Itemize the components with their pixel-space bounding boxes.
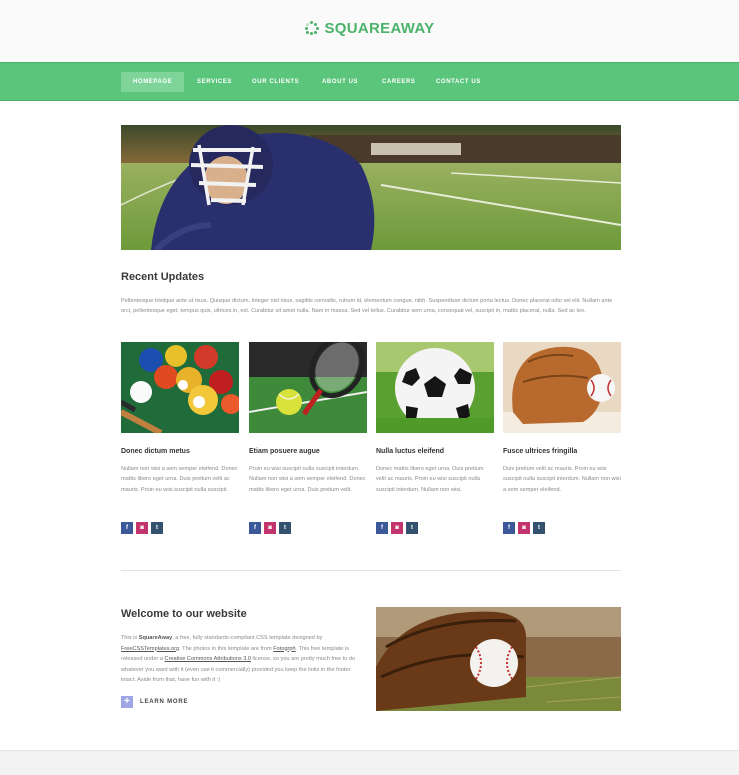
welcome-brand-name: SquareAway xyxy=(138,635,173,641)
spinner-logo-icon xyxy=(304,21,319,35)
nav-item-homepage[interactable]: HOMEPAGE xyxy=(121,72,185,92)
card-image-soccer-ball[interactable] xyxy=(376,342,494,433)
site-footer xyxy=(0,750,739,775)
facebook-icon[interactable]: f xyxy=(249,522,261,534)
card-text: Nullam non wisi a sem semper eleifend. D… xyxy=(121,466,238,493)
card-text: Duis pretium velit ac mauris. Proin eu w… xyxy=(503,466,621,493)
update-card: Donec dictum metus Nullam non wisi a sem… xyxy=(121,342,239,534)
site-header: SQUAREAWAY xyxy=(0,0,739,62)
welcome-text: This is SquareAway, a free, fully standa… xyxy=(121,633,366,686)
welcome-text-part: This is xyxy=(121,635,139,641)
card-image-billiard-balls[interactable] xyxy=(121,342,239,433)
update-card: Nulla luctus eleifend Donec mattis liber… xyxy=(376,342,494,534)
instagram-icon[interactable]: ◙ xyxy=(136,522,148,534)
recent-updates-text: Pellentesque tristique ante ut risus. Qu… xyxy=(121,298,613,315)
update-card: Fusce ultrices fringilla Duis pretium ve… xyxy=(503,342,621,534)
social-links: f ◙ t xyxy=(376,522,418,534)
brand-name: SQUAREAWAY xyxy=(324,20,435,37)
instagram-icon[interactable]: ◙ xyxy=(391,522,403,534)
card-text: Proin eu wisi suscipit nulla suscipit in… xyxy=(249,466,366,493)
facebook-icon[interactable]: f xyxy=(121,522,133,534)
creative-commons-link[interactable]: Creative Commons Attributions 3.0 xyxy=(165,656,251,662)
welcome-text-part: . The photos in this template are from xyxy=(179,645,274,652)
facebook-icon[interactable]: f xyxy=(503,522,515,534)
main-nav: HOMEPAGE SERVICES OUR CLIENTS ABOUT US C… xyxy=(0,62,739,101)
welcome-text-part: , a free, fully standards-compliant CSS … xyxy=(172,635,323,641)
hero-image xyxy=(121,125,621,250)
instagram-icon[interactable]: ◙ xyxy=(264,522,276,534)
social-links: f ◙ t xyxy=(503,522,545,534)
welcome-title: Welcome to our website xyxy=(121,608,247,620)
recent-updates-title: Recent Updates xyxy=(121,271,205,283)
nav-item-contact-us[interactable]: CONTACT US xyxy=(436,72,481,92)
card-title[interactable]: Etiam posuere augue xyxy=(249,448,320,455)
social-links: f ◙ t xyxy=(249,522,291,534)
card-title[interactable]: Fusce ultrices fringilla xyxy=(503,448,577,455)
tumblr-icon[interactable]: t xyxy=(151,522,163,534)
social-links: f ◙ t xyxy=(121,522,163,534)
plus-icon: + xyxy=(121,696,133,708)
card-text: Donec mattis libero eget urna. Duis pret… xyxy=(376,466,484,493)
tumblr-icon[interactable]: t xyxy=(279,522,291,534)
nav-item-our-clients[interactable]: OUR CLIENTS xyxy=(252,72,299,92)
tumblr-icon[interactable]: t xyxy=(406,522,418,534)
learn-more-label: LEARN MORE xyxy=(140,699,189,705)
page: SQUAREAWAY HOMEPAGE SERVICES OUR CLIENTS… xyxy=(0,0,739,775)
card-image-baseball-glove[interactable] xyxy=(503,342,621,433)
facebook-icon[interactable]: f xyxy=(376,522,388,534)
nav-item-services[interactable]: SERVICES xyxy=(197,72,232,92)
freecsstemplates-link[interactable]: FreeCSSTemplates.org xyxy=(121,646,179,652)
welcome-image-baseball xyxy=(376,607,621,711)
instagram-icon[interactable]: ◙ xyxy=(518,522,530,534)
site-logo[interactable]: SQUAREAWAY xyxy=(0,20,739,37)
section-divider xyxy=(121,570,621,571)
card-image-tennis[interactable] xyxy=(249,342,367,433)
tumblr-icon[interactable]: t xyxy=(533,522,545,534)
fotogrph-link[interactable]: Fotogrph xyxy=(273,646,295,652)
card-title[interactable]: Donec dictum metus xyxy=(121,448,190,455)
card-title[interactable]: Nulla luctus eleifend xyxy=(376,448,444,455)
nav-item-careers[interactable]: CAREERS xyxy=(382,72,416,92)
nav-item-about-us[interactable]: ABOUT US xyxy=(322,72,358,92)
learn-more-button[interactable]: + LEARN MORE xyxy=(121,696,188,708)
update-card: Etiam posuere augue Proin eu wisi suscip… xyxy=(249,342,367,534)
